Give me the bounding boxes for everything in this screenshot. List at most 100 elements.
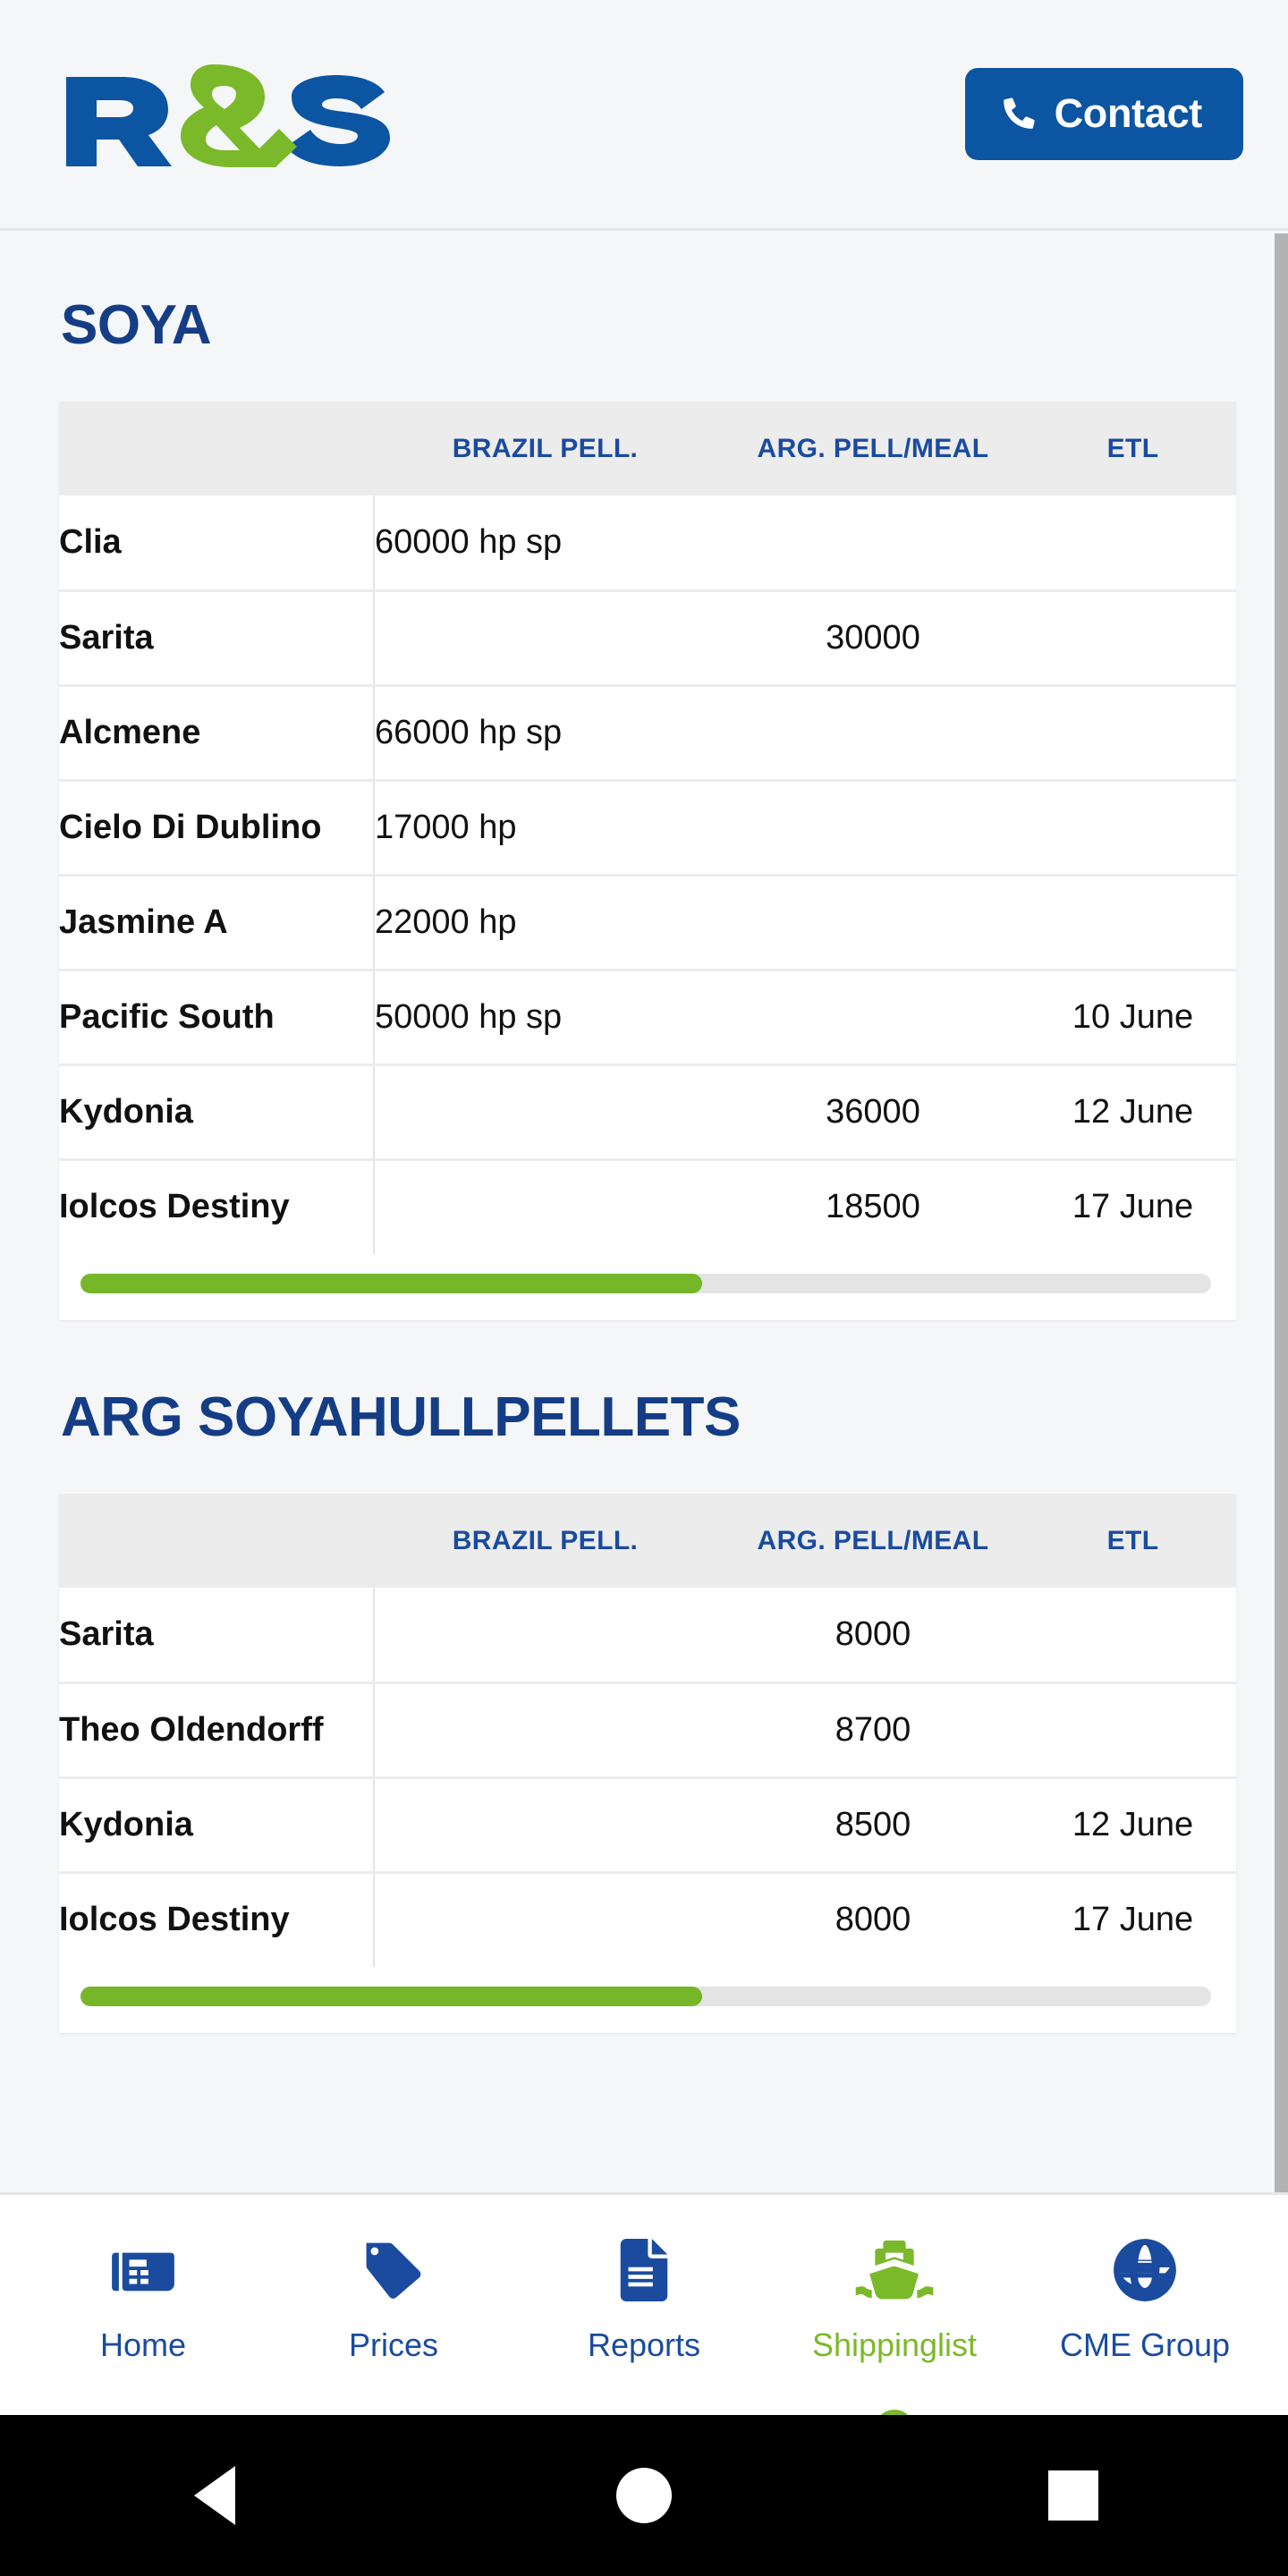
ship-icon xyxy=(853,2238,936,2302)
nav-label-prices: Prices xyxy=(348,2326,439,2363)
cell-brazil-pell xyxy=(374,590,716,687)
column-header-name xyxy=(59,402,374,496)
cell-etl xyxy=(1030,1682,1236,1779)
cell-arg-pell: 8000 xyxy=(716,1588,1030,1684)
cell-etl xyxy=(1030,590,1236,687)
cell-brazil-pell: 17000 hp xyxy=(374,780,716,877)
cell-vessel-name: Kydonia xyxy=(59,1777,375,1874)
scrollbar-track[interactable] xyxy=(80,1274,1211,1293)
cell-vessel-name: Theo Oldendorff xyxy=(59,1682,375,1779)
scrollbar-thumb[interactable] xyxy=(80,1987,703,2006)
table-body-soya: Clia 60000 hp sp Sarita 30000 Alcmene 66… xyxy=(59,496,1236,1254)
column-header-arg: ARG. PELL/MEAL xyxy=(716,1494,1030,1588)
table-body-arg: Sarita 8000 Theo Oldendorff 8700 Kydonia… xyxy=(59,1588,1236,1967)
table-row[interactable]: Jasmine A 22000 hp xyxy=(59,875,1236,971)
newspaper-icon xyxy=(111,2238,175,2302)
cell-arg-pell: 36000 xyxy=(716,1064,1030,1161)
table-row[interactable]: Pacific South 50000 hp sp 10 June xyxy=(59,970,1236,1066)
column-header-brazil: BRAZIL PELL. xyxy=(374,1494,716,1588)
contact-button[interactable]: Contact xyxy=(964,68,1243,160)
cell-etl: 12 June xyxy=(1030,1777,1236,1874)
table-row[interactable]: Iolcos Destiny 18500 17 June xyxy=(59,1159,1236,1254)
price-tag-icon xyxy=(364,2238,423,2302)
cell-brazil-pell: 50000 hp sp xyxy=(374,970,716,1066)
table-row[interactable]: Theo Oldendorff 8700 xyxy=(59,1682,1236,1779)
cell-brazil-pell xyxy=(374,1872,716,1967)
cell-arg-pell xyxy=(716,685,1030,782)
table-soya: BRAZIL PELL. ARG. PELL/MEAL ETL Clia 600… xyxy=(59,402,1236,1254)
section-arg-soyahullpellets: ARG SOYAHULLPELLETS BRAZIL PELL. ARG. PE… xyxy=(0,1320,1288,2033)
contact-button-label: Contact xyxy=(1054,90,1203,136)
section-soya: SOYA BRAZIL PELL. ARG. PELL/MEAL ETL Cli… xyxy=(0,233,1288,1320)
cell-vessel-name: Sarita xyxy=(59,590,375,687)
cell-vessel-name: Kydonia xyxy=(59,1064,375,1161)
cell-arg-pell xyxy=(716,970,1030,1066)
cell-etl: 12 June xyxy=(1030,1064,1236,1161)
cell-etl xyxy=(1030,496,1236,592)
table-header-row: BRAZIL PELL. ARG. PELL/MEAL ETL xyxy=(59,1494,1236,1588)
table-row[interactable]: Sarita 30000 xyxy=(59,590,1236,687)
phone-icon xyxy=(1003,96,1035,131)
android-back-button[interactable] xyxy=(125,2451,304,2540)
back-triangle-icon xyxy=(194,2466,235,2525)
column-header-brazil: BRAZIL PELL. xyxy=(374,402,716,496)
cell-etl xyxy=(1030,780,1236,877)
cell-arg-pell: 30000 xyxy=(716,590,1030,687)
scrollbar-thumb[interactable] xyxy=(80,1274,703,1293)
cell-etl xyxy=(1030,685,1236,782)
table-row[interactable]: Kydonia 8500 12 June xyxy=(59,1777,1236,1874)
nav-label-reports: Reports xyxy=(587,2326,701,2363)
cell-etl: 17 June xyxy=(1030,1159,1236,1254)
cell-brazil-pell: 22000 hp xyxy=(374,875,716,971)
table-row[interactable]: Cielo Di Dublino 17000 hp xyxy=(59,780,1236,877)
cell-vessel-name: Alcmene xyxy=(59,685,375,782)
section-title-arg-soyahullpellets: ARG SOYAHULLPELLETS xyxy=(61,1386,741,1448)
cell-etl: 10 June xyxy=(1030,970,1236,1066)
cell-brazil-pell xyxy=(374,1159,716,1254)
cell-brazil-pell xyxy=(374,1777,716,1874)
scrollbar-track[interactable] xyxy=(80,1987,1211,2006)
recents-square-icon xyxy=(1048,2470,1098,2521)
table-header-soya: BRAZIL PELL. ARG. PELL/MEAL ETL xyxy=(59,402,1236,496)
nav-item-cme-group[interactable]: CME Group xyxy=(1032,2238,1258,2361)
cell-vessel-name: Iolcos Destiny xyxy=(59,1872,375,1967)
table-row[interactable]: Sarita 8000 xyxy=(59,1588,1236,1684)
cell-brazil-pell xyxy=(374,1682,716,1779)
document-icon xyxy=(619,2238,669,2302)
cell-etl xyxy=(1030,875,1236,971)
table-row[interactable]: Clia 60000 hp sp xyxy=(59,496,1236,592)
nav-item-reports[interactable]: Reports xyxy=(531,2238,757,2361)
column-header-etl: ETL xyxy=(1030,402,1236,496)
section-title-soya: SOYA xyxy=(61,294,212,356)
nav-item-prices[interactable]: Prices xyxy=(281,2238,506,2361)
cell-arg-pell xyxy=(716,875,1030,971)
table-header-row: BRAZIL PELL. ARG. PELL/MEAL ETL xyxy=(59,402,1236,496)
app-header: Contact xyxy=(0,0,1288,231)
android-home-button[interactable] xyxy=(555,2451,733,2540)
page-vertical-scrollbar[interactable] xyxy=(1275,233,1288,2192)
shipping-table-soya: BRAZIL PELL. ARG. PELL/MEAL ETL Clia 600… xyxy=(59,402,1236,1320)
table-header-arg: BRAZIL PELL. ARG. PELL/MEAL ETL xyxy=(59,1494,1236,1588)
globe-icon xyxy=(1113,2238,1177,2302)
cell-arg-pell: 8000 xyxy=(716,1872,1030,1967)
nav-label-cme-group: CME Group xyxy=(1059,2326,1231,2363)
horizontal-scrollbar-soya[interactable] xyxy=(59,1254,1236,1320)
nav-label-home: Home xyxy=(99,2326,187,2363)
table-arg: BRAZIL PELL. ARG. PELL/MEAL ETL Sarita 8… xyxy=(59,1494,1236,1967)
column-header-name xyxy=(59,1494,374,1588)
cell-vessel-name: Jasmine A xyxy=(59,875,375,971)
table-row[interactable]: Alcmene 66000 hp sp xyxy=(59,685,1236,782)
shipping-table-arg: BRAZIL PELL. ARG. PELL/MEAL ETL Sarita 8… xyxy=(59,1494,1236,2033)
cell-arg-pell: 8500 xyxy=(716,1777,1030,1874)
horizontal-scrollbar-arg[interactable] xyxy=(59,1967,1236,2033)
table-row[interactable]: Kydonia 36000 12 June xyxy=(59,1064,1236,1161)
rs-logo[interactable] xyxy=(57,61,406,168)
nav-item-shippinglist[interactable]: Shippinglist xyxy=(782,2238,1007,2449)
cell-arg-pell: 8700 xyxy=(716,1682,1030,1779)
cell-brazil-pell xyxy=(374,1588,716,1684)
android-recents-button[interactable] xyxy=(984,2451,1163,2540)
nav-item-home[interactable]: Home xyxy=(30,2238,256,2361)
table-row[interactable]: Iolcos Destiny 8000 17 June xyxy=(59,1872,1236,1967)
bottom-navigation: Home Prices Reports Shippinglist CME Gro… xyxy=(0,2192,1288,2449)
scroll-content[interactable]: SOYA BRAZIL PELL. ARG. PELL/MEAL ETL Cli… xyxy=(0,233,1288,2192)
